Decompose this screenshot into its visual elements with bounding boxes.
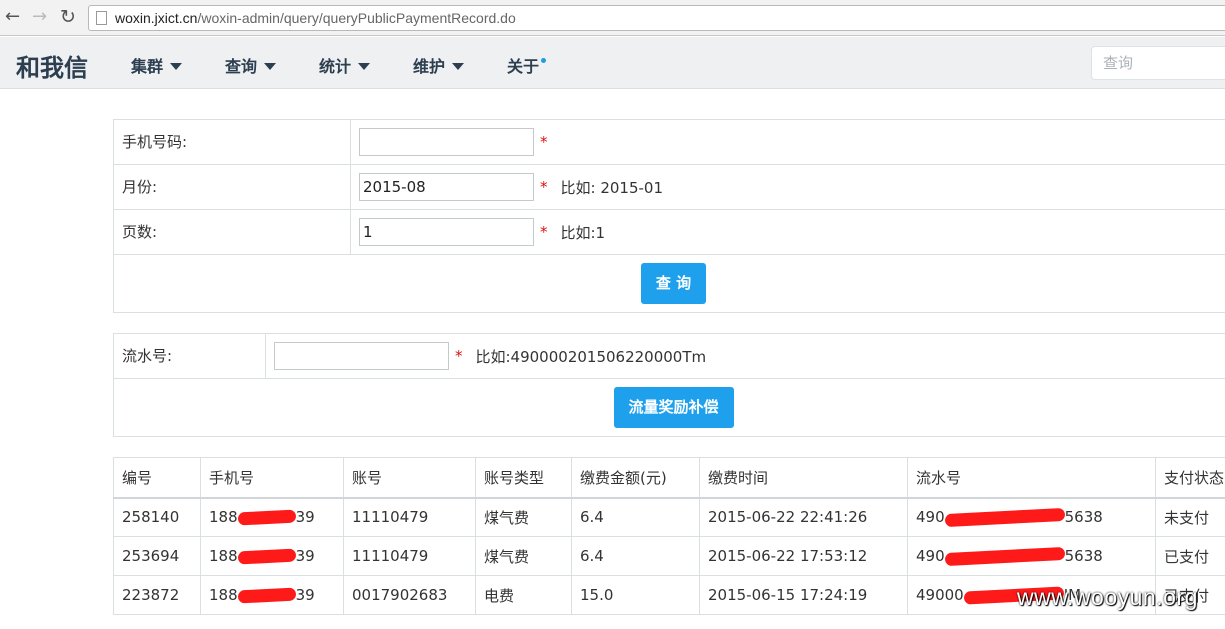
serial-form: 流水号: * 比如:490000201506220000Tm 流量奖励补偿 [113,333,1225,437]
brand-logo[interactable]: 和我信 [16,48,88,83]
redaction-mark [944,508,1065,528]
cell-id: 253694 [113,536,201,576]
phone-visible-prefix: 188 [209,547,238,565]
month-label: 月份: [113,164,351,210]
menu-label: 集群 [131,57,164,76]
page-icon [96,11,107,25]
url-host: woxin.jxict.cn [115,10,198,26]
table-row: 258140 188 39 11110479 煤气费 6.4 2015-06-22… [113,497,1225,537]
cell-id: 223872 [113,575,201,615]
column-header: 账号 [343,457,476,499]
menu-maintenance[interactable]: 维护 [413,53,465,77]
cell-id: 258140 [113,497,201,537]
caret-down-icon [264,62,277,70]
browser-toolbar: ← → ↻ woxin.jxict.cn/woxin-admin/query/q… [0,0,1225,36]
notification-dot-icon [541,57,547,63]
menu-cluster[interactable]: 集群 [131,53,183,77]
column-header: 账号类型 [475,457,572,499]
column-header: 支付状态 [1155,457,1225,499]
reload-icon[interactable]: ↻ [60,7,76,27]
month-hint: 比如: 2015-01 [560,178,664,197]
cell-account-type: 煤气费 [475,497,572,537]
cell-time: 2015-06-22 22:41:26 [699,497,908,537]
cell-phone: 188 39 [200,575,344,615]
phone-visible-suffix: 39 [295,547,315,565]
required-mark: * [455,347,463,365]
phone-visible-suffix: 39 [295,586,315,604]
page-input[interactable]: 1 [359,218,534,246]
caret-down-icon [358,62,371,70]
redaction-mark [944,546,1065,567]
menu-label: 查询 [225,57,258,76]
cell-account: 11110479 [343,497,476,537]
page-label: 页数: [113,209,351,255]
caret-down-icon [170,62,183,70]
redaction-mark [237,548,296,565]
required-mark: * [540,133,548,151]
url-path: /woxin-admin/query/queryPublicPaymentRec… [197,10,516,26]
cell-account-type: 煤气费 [475,536,572,576]
cell-status: 已支付 [1155,536,1225,576]
column-header: 编号 [113,457,201,499]
required-mark: * [540,223,548,241]
cell-serial: 490 5638 [907,497,1156,537]
menu-label: 维护 [413,57,446,76]
cell-phone: 188 39 [200,497,344,537]
cell-amount: 15.0 [571,575,700,615]
column-header: 流水号 [907,457,1156,499]
menu-label: 统计 [319,57,352,76]
watermark: www.wooyun.org [1017,584,1198,610]
month-input[interactable]: 2015-08 [359,173,534,201]
table-row: 253694 188 39 11110479 煤气费 6.4 2015-06-22… [113,536,1225,576]
forward-arrow-icon[interactable]: → [32,7,47,27]
menu-query[interactable]: 查询 [225,53,277,77]
navbar-search-input[interactable]: 查询 [1091,46,1225,80]
phone-input[interactable] [359,128,534,156]
cell-amount: 6.4 [571,536,700,576]
cell-time: 2015-06-22 17:53:12 [699,536,908,576]
table-header-row: 编号 手机号 账号 账号类型 缴费金额(元) 缴费时间 流水号 支付状态 [113,457,1225,499]
redaction-mark [237,509,296,526]
column-header: 手机号 [200,457,344,499]
top-navbar: 和我信 集群 查询 统计 维护 关于 查询 [0,37,1225,89]
phone-visible-suffix: 39 [295,508,315,527]
serial-visible-suffix: 5638 [1064,508,1103,527]
serial-visible-prefix: 490 [916,508,945,527]
caret-down-icon [452,62,465,70]
serial-input[interactable] [274,342,449,370]
query-form: 手机号码: * 月份: 2015-08 * 比如: 2015-01 页数: 1 … [113,119,1225,313]
phone-label: 手机号码: [113,119,351,165]
cell-account: 0017902683 [343,575,476,615]
phone-visible-prefix: 188 [209,508,238,527]
cell-time: 2015-06-15 17:24:19 [699,575,908,615]
cell-serial: 490 5638 [907,536,1156,576]
serial-visible-prefix: 49000 [916,586,964,604]
page-hint: 比如:1 [560,223,606,242]
traffic-compensation-button[interactable]: 流量奖励补偿 [613,387,734,428]
menu-about[interactable]: 关于 [507,53,547,77]
required-mark: * [540,178,548,196]
serial-label: 流水号: [113,333,266,379]
menu-label: 关于 [507,57,540,76]
cell-status: 未支付 [1155,497,1225,537]
serial-hint: 比如:490000201506220000Tm [475,347,707,366]
address-bar[interactable]: woxin.jxict.cn/woxin-admin/query/queryPu… [88,5,1225,31]
serial-visible-suffix: 5638 [1064,547,1103,565]
redaction-mark [237,587,296,604]
address-url[interactable]: woxin.jxict.cn/woxin-admin/query/queryPu… [115,10,516,26]
cell-account: 11110479 [343,536,476,576]
cell-account-type: 电费 [475,575,572,615]
column-header: 缴费时间 [699,457,908,499]
query-button[interactable]: 查 询 [641,263,706,304]
column-header: 缴费金额(元) [571,457,700,499]
cell-phone: 188 39 [200,536,344,576]
cell-amount: 6.4 [571,497,700,537]
menu-statistics[interactable]: 统计 [319,53,371,77]
phone-visible-prefix: 188 [209,586,238,604]
serial-visible-prefix: 490 [916,547,945,565]
back-arrow-icon[interactable]: ← [5,7,20,27]
